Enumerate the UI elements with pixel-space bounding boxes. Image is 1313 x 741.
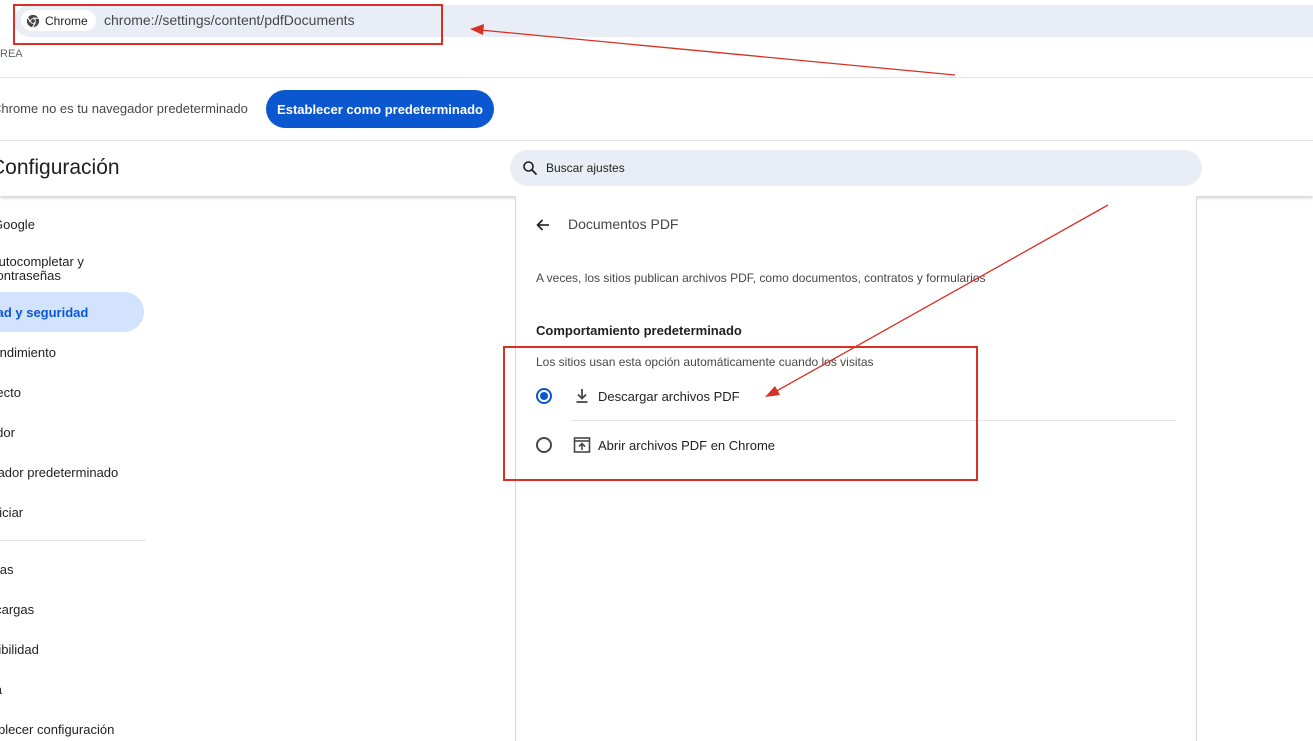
annotation-box-url xyxy=(13,4,443,45)
sidebar-item-reset[interactable]: Restablecer configuración xyxy=(0,709,150,741)
bookmark-bar-text: REA xyxy=(0,48,23,60)
pdf-description: A veces, los sitios publican archivos PD… xyxy=(536,271,986,285)
sidebar-item-google[interactable]: Google xyxy=(0,204,144,244)
card-title: Documentos PDF xyxy=(568,216,679,232)
search-input[interactable] xyxy=(546,161,1146,175)
sidebar-item-search-engine[interactable]: Buscador xyxy=(0,412,104,452)
page-title: Configuración xyxy=(0,156,120,179)
sidebar-item-default-browser[interactable]: Navegador predeterminado xyxy=(0,452,150,492)
default-browser-message: Chrome no es tu navegador predeterminado xyxy=(0,101,248,116)
set-default-button[interactable]: Establecer como predeterminado xyxy=(266,90,494,128)
sidebar-item-system[interactable]: Sistema xyxy=(0,669,99,709)
sidebar-item-privacy[interactable]: Privacidad y seguridad xyxy=(0,292,144,332)
divider xyxy=(0,140,1313,141)
section-title: Comportamiento predeterminado xyxy=(536,323,742,338)
search-icon xyxy=(523,161,537,175)
divider xyxy=(0,77,1313,78)
sidebar-item-performance[interactable]: Rendimiento xyxy=(0,332,127,372)
sidebar-item-on-startup[interactable]: Al iniciar xyxy=(0,492,118,532)
settings-header: Configuración xyxy=(0,142,1313,196)
annotation-box-options xyxy=(503,346,978,481)
back-button[interactable] xyxy=(531,213,555,237)
sidebar-divider xyxy=(0,540,146,541)
sidebar-item-languages[interactable]: Idiomas xyxy=(0,549,112,589)
search-box[interactable] xyxy=(510,150,1202,186)
settings-sidebar: Google Autocompletar y contraseñas Priva… xyxy=(0,196,150,741)
sidebar-item-appearance[interactable]: Aspecto xyxy=(0,372,118,412)
sidebar-item-autofill[interactable]: Autocompletar y contraseñas xyxy=(0,247,104,291)
arrow-back-icon xyxy=(536,219,549,231)
sidebar-item-accessibility[interactable]: Accesibilidad xyxy=(0,629,107,669)
sidebar-item-downloads[interactable]: Descargas xyxy=(0,589,116,629)
